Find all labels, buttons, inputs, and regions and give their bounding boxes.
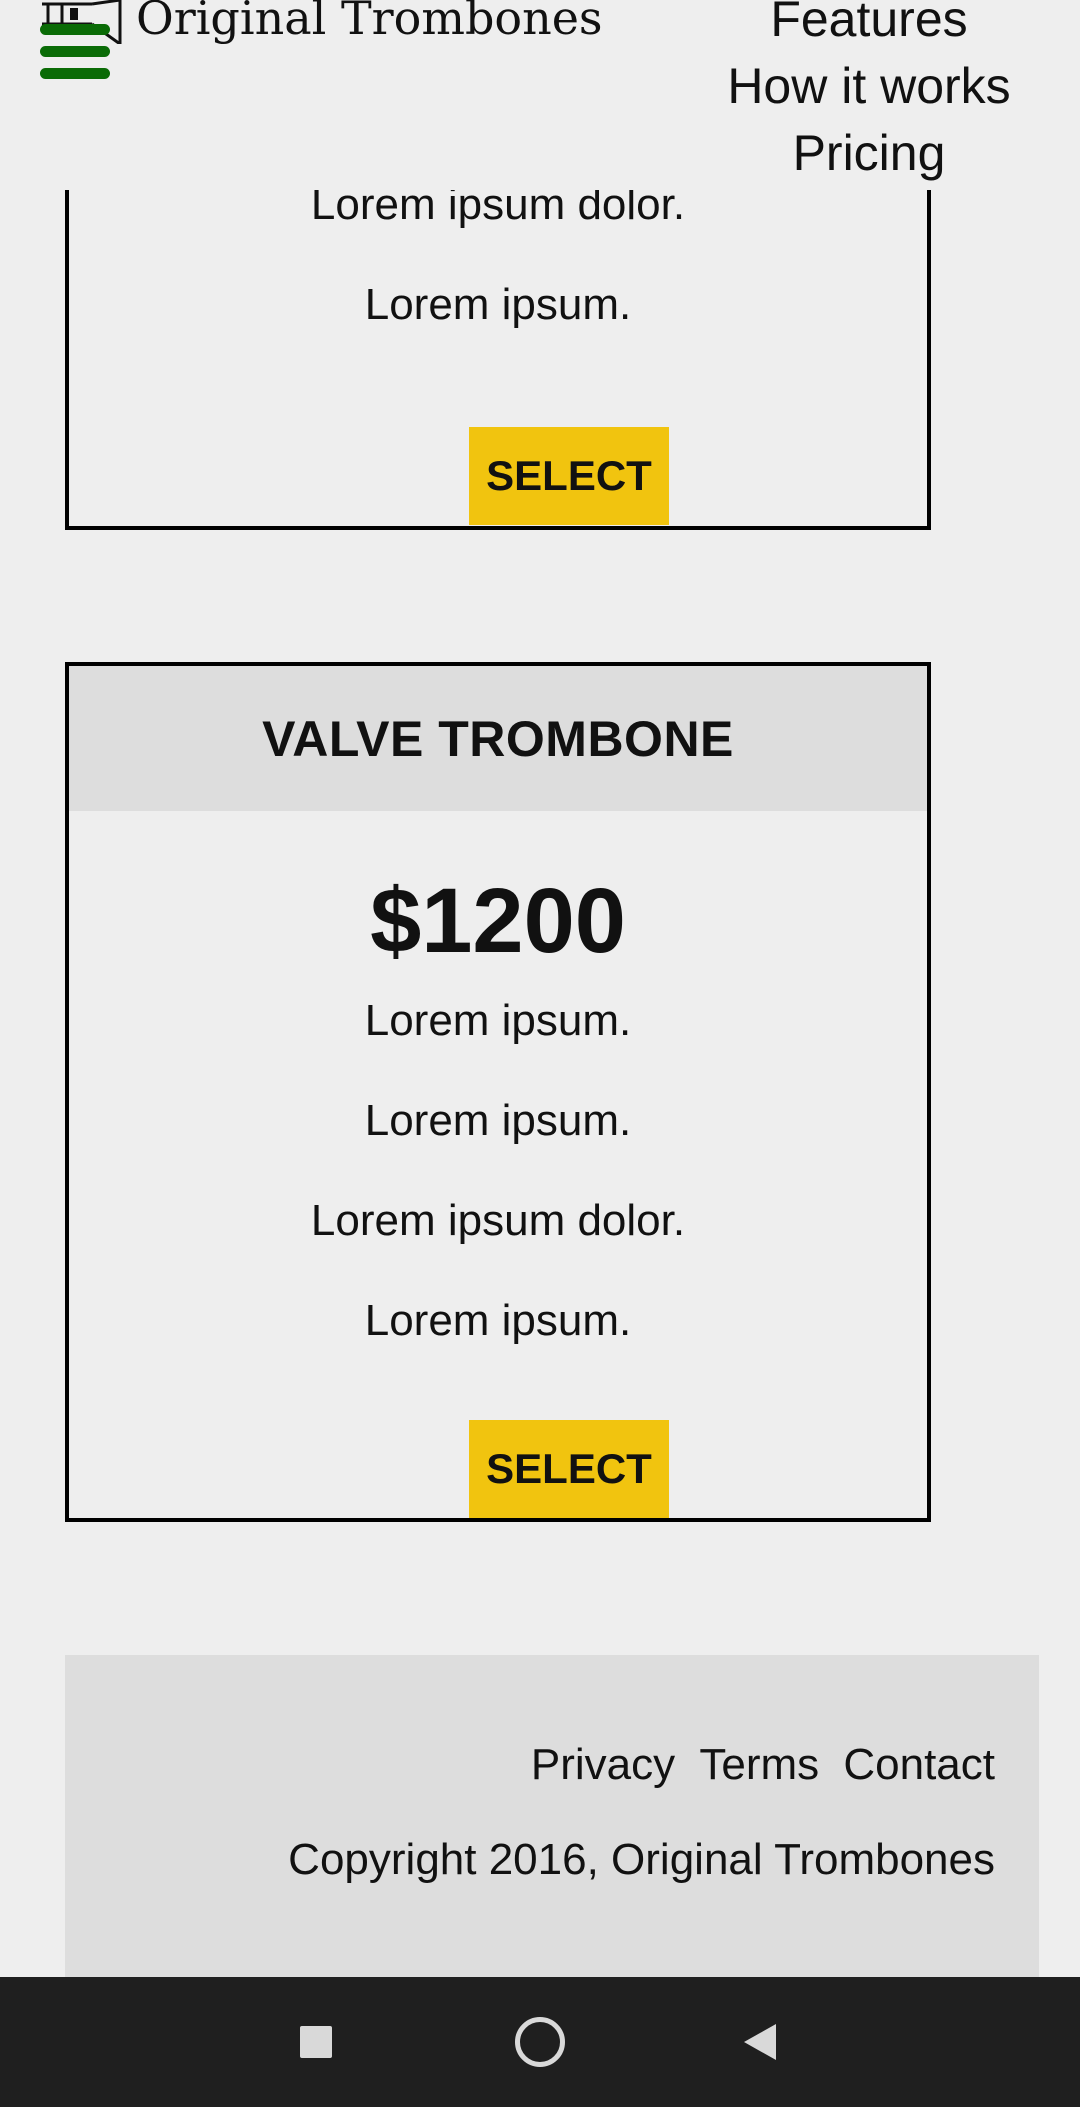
copyright-text: Copyright 2016, Original Trombones <box>288 1835 995 1884</box>
select-button[interactable]: SELECT <box>469 427 669 525</box>
nav-link-features[interactable]: Features <box>704 0 1034 53</box>
feature-list: Lorem ipsum dolor. Lorem ipsum. <box>69 180 927 380</box>
card-title: VALVE TROMBONE <box>69 666 927 811</box>
card-price: $1200 <box>370 870 626 972</box>
feature-item: Lorem ipsum. <box>364 996 632 1045</box>
select-button[interactable]: SELECT <box>469 1420 669 1518</box>
pricing-card-valve-trombone: VALVE TROMBONE $1200 Lorem ipsum. Lorem … <box>65 662 931 1522</box>
recent-apps-icon <box>300 2026 332 2058</box>
nav-link-pricing[interactable]: Pricing <box>704 120 1034 187</box>
footer-link-contact[interactable]: Contact <box>843 1740 995 1789</box>
site-footer: Privacy Terms Contact Copyright 2016, Or… <box>65 1655 1039 1977</box>
main-nav: Features How it works Pricing <box>704 0 1034 187</box>
logo-text[interactable]: Original Trombones <box>136 0 603 48</box>
nav-link-how-it-works[interactable]: How it works <box>704 53 1034 120</box>
footer-link-terms[interactable]: Terms <box>699 1740 819 1789</box>
system-navigation-bar <box>0 1977 1080 2107</box>
feature-item: Lorem ipsum. <box>364 1096 632 1145</box>
feature-item: Lorem ipsum dolor. <box>310 180 686 229</box>
feature-list: Lorem ipsum. Lorem ipsum. Lorem ipsum do… <box>69 971 927 1371</box>
hamburger-menu-icon[interactable] <box>40 24 110 84</box>
feature-item: Lorem ipsum dolor. <box>310 1196 686 1245</box>
recent-apps-button[interactable] <box>256 1977 376 2107</box>
home-icon <box>515 2017 565 2067</box>
feature-item: Lorem ipsum. <box>364 280 632 329</box>
site-header: Original Trombones Features How it works… <box>0 0 1080 190</box>
home-button[interactable] <box>480 1977 600 2107</box>
feature-item: Lorem ipsum. <box>364 1296 632 1345</box>
back-button[interactable] <box>700 1977 820 2107</box>
back-icon <box>744 2024 776 2060</box>
footer-links: Privacy Terms Contact <box>519 1740 995 1790</box>
footer-link-privacy[interactable]: Privacy <box>531 1740 675 1789</box>
